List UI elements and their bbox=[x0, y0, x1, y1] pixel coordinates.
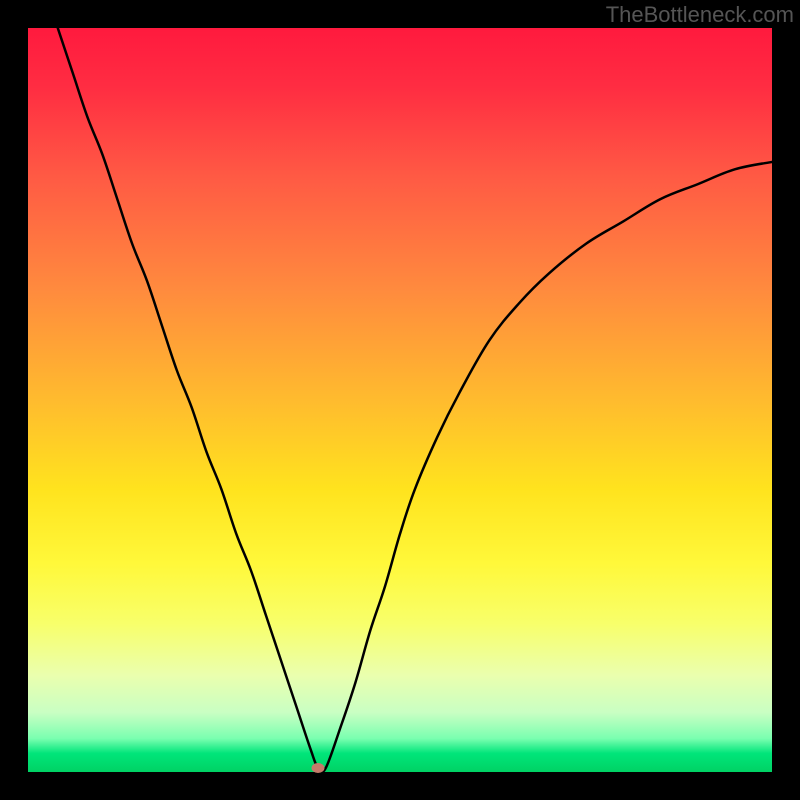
watermark-text: TheBottleneck.com bbox=[606, 2, 794, 28]
plot-frame bbox=[28, 28, 772, 772]
minimum-marker bbox=[312, 763, 325, 773]
plot-area bbox=[28, 28, 772, 772]
bottleneck-curve bbox=[28, 28, 772, 772]
